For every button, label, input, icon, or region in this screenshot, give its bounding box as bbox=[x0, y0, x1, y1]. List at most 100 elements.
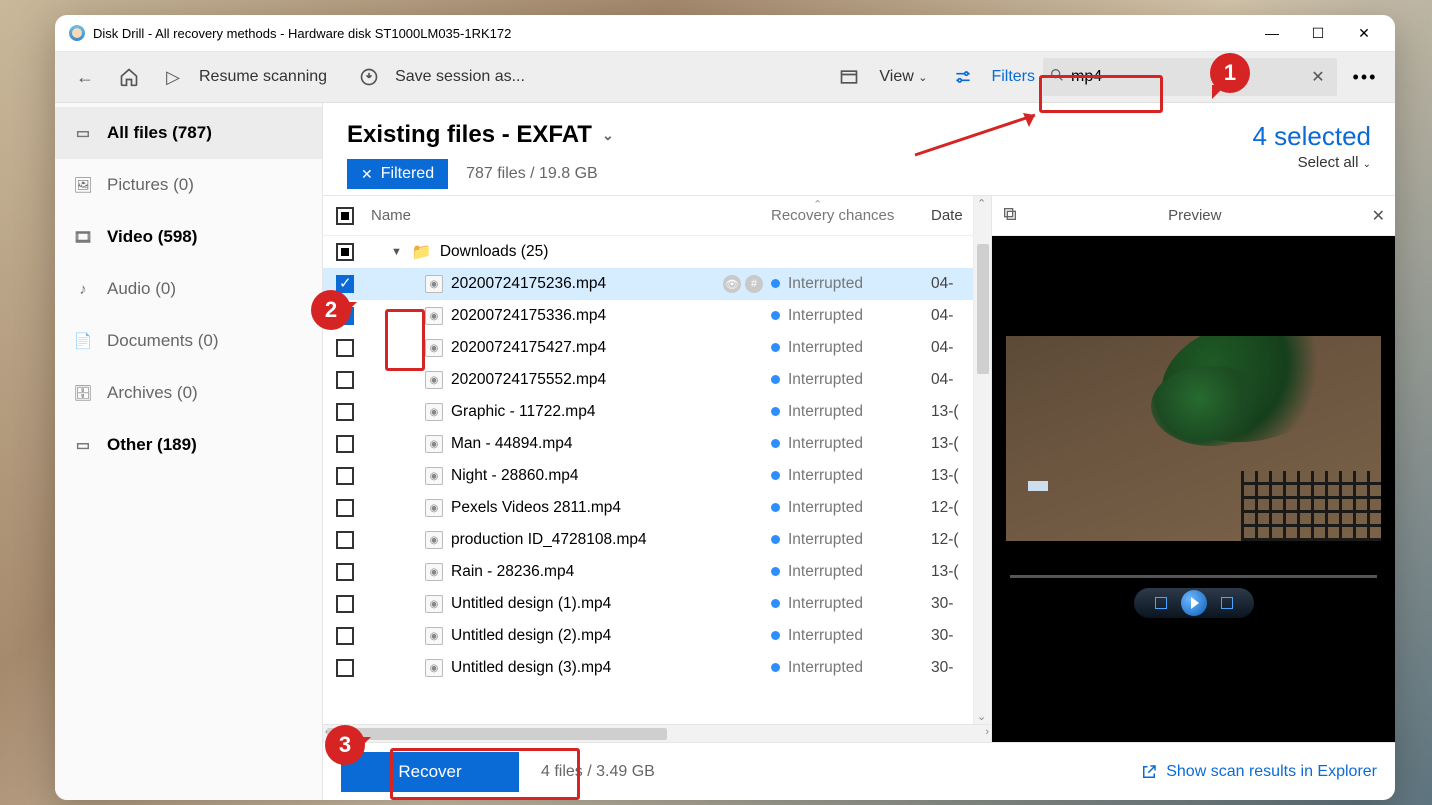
filters-icon[interactable] bbox=[943, 57, 983, 97]
sidebar-icon: 🎞 bbox=[73, 228, 93, 246]
annotation-box-checkboxes bbox=[385, 309, 425, 371]
chevron-down-icon: ⌄ bbox=[918, 72, 927, 84]
view-label[interactable]: View ⌄ bbox=[879, 68, 927, 86]
file-name: Graphic - 11722.mp4 bbox=[451, 403, 595, 421]
file-name: 20200724175427.mp4 bbox=[451, 339, 606, 357]
video-file-icon: ◉ bbox=[425, 595, 443, 613]
row-checkbox[interactable] bbox=[336, 243, 354, 261]
file-row[interactable]: ◉production ID_4728108.mp4Interrupted12-… bbox=[323, 524, 991, 556]
status-dot-icon bbox=[771, 439, 780, 448]
close-window-button[interactable]: ✕ bbox=[1341, 17, 1387, 49]
grid-header: Name ⌃ Recovery chances Date bbox=[323, 196, 991, 236]
close-icon[interactable]: ✕ bbox=[361, 166, 373, 183]
save-session-icon[interactable] bbox=[349, 57, 389, 97]
row-checkbox[interactable] bbox=[336, 371, 354, 389]
sidebar-icon: ▭ bbox=[73, 124, 93, 142]
preview-title: Preview bbox=[1018, 207, 1372, 224]
view-icon[interactable] bbox=[829, 57, 869, 97]
sidebar-item[interactable]: ▭Other (189) bbox=[55, 419, 322, 471]
recovery-status: Interrupted bbox=[788, 339, 863, 356]
vertical-scrollbar[interactable]: ⌃⌄ bbox=[973, 196, 991, 724]
copy-icon[interactable] bbox=[1002, 206, 1018, 226]
sidebar-item[interactable]: ▭All files (787) bbox=[55, 107, 322, 159]
more-menu-button[interactable]: ••• bbox=[1345, 57, 1385, 97]
file-row[interactable]: ◉Untitled design (3).mp4Interrupted30- bbox=[323, 652, 991, 684]
sidebar-item[interactable]: 📄Documents (0) bbox=[55, 315, 322, 367]
column-name[interactable]: Name bbox=[367, 207, 771, 224]
header-checkbox[interactable] bbox=[336, 207, 354, 225]
row-checkbox[interactable] bbox=[336, 499, 354, 517]
player-controls bbox=[1134, 588, 1254, 618]
save-session-label[interactable]: Save session as... bbox=[395, 68, 525, 86]
play-button[interactable] bbox=[1181, 590, 1207, 616]
row-checkbox[interactable] bbox=[336, 531, 354, 549]
video-file-icon: ◉ bbox=[425, 307, 443, 325]
sidebar-item[interactable]: 🖼Pictures (0) bbox=[55, 159, 322, 211]
file-row[interactable]: ◉Man - 44894.mp4Interrupted13-( bbox=[323, 428, 991, 460]
chevron-down-icon: ⌄ bbox=[1363, 159, 1371, 170]
page-title[interactable]: Existing files - EXFAT ⌄ bbox=[347, 121, 1252, 149]
status-dot-icon bbox=[771, 503, 780, 512]
sidebar-item-label: Documents (0) bbox=[107, 331, 218, 351]
video-file-icon: ◉ bbox=[425, 563, 443, 581]
close-preview-button[interactable]: ✕ bbox=[1372, 206, 1385, 226]
show-in-explorer-link[interactable]: Show scan results in Explorer bbox=[1140, 763, 1377, 781]
annotation-arrow bbox=[905, 105, 1065, 165]
filters-label[interactable]: Filters bbox=[991, 68, 1035, 86]
titlebar: Disk Drill - All recovery methods - Hard… bbox=[55, 15, 1395, 51]
maximize-button[interactable]: ☐ bbox=[1295, 17, 1341, 49]
recovery-status: Interrupted bbox=[788, 531, 863, 548]
stop-button[interactable] bbox=[1155, 597, 1167, 609]
callout-2: 2 bbox=[311, 290, 351, 330]
sidebar-icon: 🗄 bbox=[73, 384, 93, 402]
seek-bar[interactable] bbox=[1010, 575, 1377, 578]
row-checkbox[interactable] bbox=[336, 627, 354, 645]
back-button[interactable]: ← bbox=[65, 57, 105, 97]
folder-row[interactable]: ▼📁Downloads (25) bbox=[323, 236, 991, 268]
status-dot-icon bbox=[771, 311, 780, 320]
row-checkbox[interactable] bbox=[336, 563, 354, 581]
recovery-status: Interrupted bbox=[788, 467, 863, 484]
sidebar-item[interactable]: 🗄Archives (0) bbox=[55, 367, 322, 419]
recovery-status: Interrupted bbox=[788, 403, 863, 420]
file-row[interactable]: ◉20200724175236.mp4👁#Interrupted04- bbox=[323, 268, 991, 300]
recovery-status: Interrupted bbox=[788, 499, 863, 516]
file-name: Man - 44894.mp4 bbox=[451, 435, 573, 453]
minimize-button[interactable]: — bbox=[1249, 17, 1295, 49]
file-row[interactable]: ◉Night - 28860.mp4Interrupted13-( bbox=[323, 460, 991, 492]
file-row[interactable]: ◉Graphic - 11722.mp4Interrupted13-( bbox=[323, 396, 991, 428]
fullscreen-button[interactable] bbox=[1221, 597, 1233, 609]
file-grid: Name ⌃ Recovery chances Date ▼📁Downloads… bbox=[323, 196, 991, 742]
filtered-chip[interactable]: ✕Filtered bbox=[347, 159, 448, 189]
resume-icon[interactable]: ▷ bbox=[153, 57, 193, 97]
select-all-button[interactable]: Select all ⌄ bbox=[1252, 154, 1371, 171]
row-checkbox[interactable] bbox=[336, 339, 354, 357]
row-checkbox[interactable] bbox=[336, 435, 354, 453]
row-checkbox[interactable] bbox=[336, 659, 354, 677]
horizontal-scrollbar[interactable]: ‹› bbox=[323, 724, 991, 742]
row-checkbox[interactable] bbox=[336, 403, 354, 421]
sidebar-item[interactable]: 🎞 Video (598) bbox=[55, 211, 322, 263]
home-button[interactable] bbox=[109, 57, 149, 97]
recovery-status: Interrupted bbox=[788, 371, 863, 388]
column-recovery[interactable]: Recovery chances bbox=[771, 207, 931, 224]
resume-label[interactable]: Resume scanning bbox=[199, 68, 327, 86]
file-row[interactable]: ◉Untitled design (1).mp4Interrupted30- bbox=[323, 588, 991, 620]
file-name: Night - 28860.mp4 bbox=[451, 467, 579, 485]
recovery-status: Interrupted bbox=[788, 563, 863, 580]
video-file-icon: ◉ bbox=[425, 499, 443, 517]
sidebar-item[interactable]: ♪Audio (0) bbox=[55, 263, 322, 315]
video-file-icon: ◉ bbox=[425, 467, 443, 485]
sidebar-icon: 🖼 bbox=[73, 176, 93, 194]
file-row[interactable]: ◉Untitled design (2).mp4Interrupted30- bbox=[323, 620, 991, 652]
file-row[interactable]: ◉Pexels Videos 2811.mp4Interrupted12-( bbox=[323, 492, 991, 524]
sidebar-item-label: Video (598) bbox=[107, 227, 197, 247]
status-dot-icon bbox=[771, 567, 780, 576]
clear-search-button[interactable]: ✕ bbox=[1305, 67, 1331, 87]
expand-icon[interactable]: ▼ bbox=[391, 246, 402, 258]
row-checkbox[interactable] bbox=[336, 595, 354, 613]
row-checkbox[interactable] bbox=[336, 467, 354, 485]
file-row[interactable]: ◉Rain - 28236.mp4Interrupted13-( bbox=[323, 556, 991, 588]
row-badges: 👁# bbox=[723, 275, 763, 293]
sidebar-icon: ♪ bbox=[73, 281, 93, 298]
